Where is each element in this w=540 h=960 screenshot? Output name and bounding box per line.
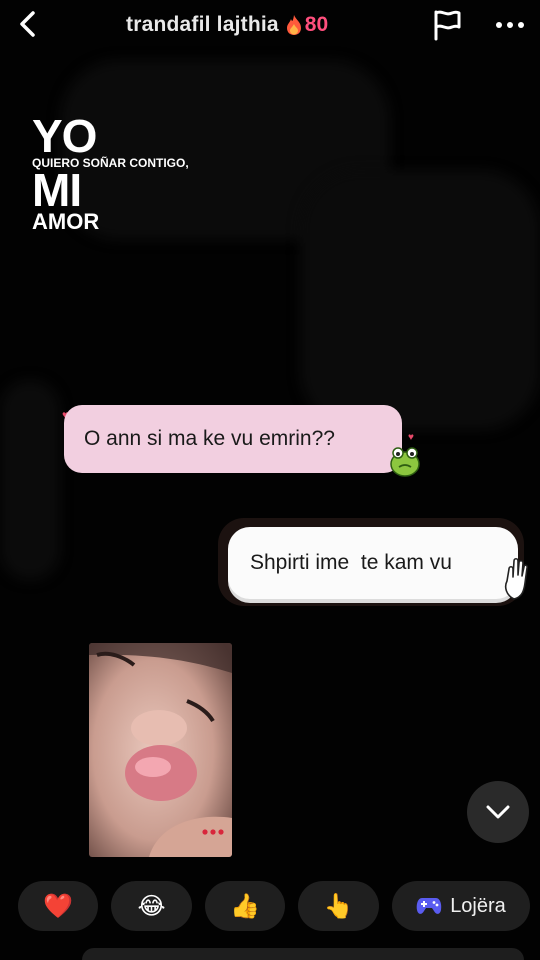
frog-sticker-icon <box>390 447 420 477</box>
message-input-bar[interactable] <box>82 948 524 960</box>
gamepad-icon <box>416 898 442 914</box>
contact-name: trandafil lajthia <box>126 13 279 36</box>
dot-icon <box>507 22 513 28</box>
games-label: Lojëra <box>450 894 506 917</box>
outgoing-message-bubble[interactable]: Shpirti ime te kam vu <box>228 527 518 599</box>
reaction-heart-button[interactable]: ❤️ <box>18 881 98 931</box>
more-options-button[interactable] <box>490 8 530 42</box>
overlay-caption: YO QUIERO SOÑAR CONTIGO, MI AMOR <box>32 110 189 234</box>
flag-icon <box>434 10 461 41</box>
reaction-thumbs-up-button[interactable]: 👍 <box>205 881 285 931</box>
caption-line-3: MI <box>32 164 82 216</box>
scroll-to-bottom-button[interactable] <box>467 781 529 843</box>
heart-icon: ❤️ <box>43 892 73 920</box>
incoming-message-text: O ann si ma ke vu emrin?? <box>84 427 335 450</box>
caption-line-1: YO <box>32 110 97 162</box>
chevron-left-icon <box>20 11 35 37</box>
background-smudge <box>300 170 540 430</box>
dot-icon <box>518 22 524 28</box>
caption-line-4: AMOR <box>32 209 100 234</box>
chevron-down-icon <box>486 805 510 819</box>
incoming-message-bubble[interactable]: O ann si ma ke vu emrin?? <box>64 405 402 473</box>
dot-icon <box>496 22 502 28</box>
quick-reaction-bar: ❤️ 😂 👍 👆 Lojëra <box>18 881 530 931</box>
flame-icon <box>286 15 301 35</box>
laughing-face-icon: 😂 <box>137 892 166 920</box>
chat-screen: trandafil lajthia 80 YO QUIERO SOÑAR CON… <box>0 0 540 960</box>
report-flag-button[interactable] <box>430 8 464 42</box>
background-smudge <box>0 380 60 580</box>
games-button[interactable]: Lojëra <box>392 881 530 931</box>
outgoing-message-text: Shpirti ime te kam vu <box>250 551 452 574</box>
chat-title-area[interactable]: trandafil lajthia 80 <box>126 10 328 40</box>
hand-sticker-icon <box>504 557 528 600</box>
reaction-laughing-button[interactable]: 😂 <box>111 881 192 931</box>
pointing-up-icon: 👆 <box>323 892 354 920</box>
chat-header: trandafil lajthia 80 <box>0 0 540 52</box>
reaction-pointing-button[interactable]: 👆 <box>298 881 379 931</box>
back-button[interactable] <box>10 6 46 42</box>
photo-message[interactable] <box>89 643 232 857</box>
streak-count: 80 <box>304 13 329 36</box>
baby-photo-image <box>89 643 232 857</box>
streak-badge: 80 <box>285 13 328 37</box>
thumbs-up-icon: 👍 <box>230 892 260 920</box>
